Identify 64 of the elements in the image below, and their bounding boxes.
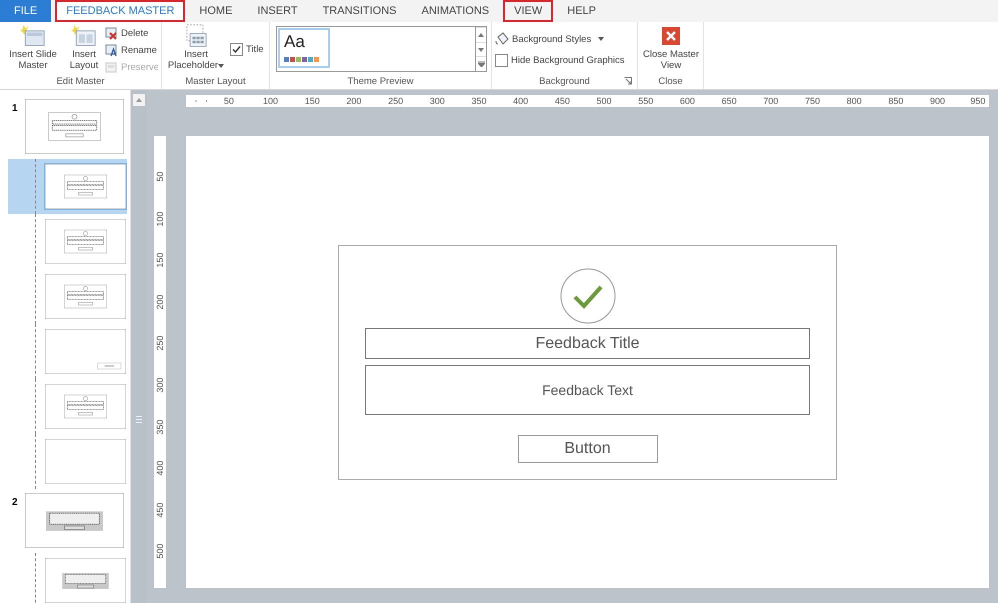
background-styles-button[interactable]: Background Styles xyxy=(495,32,625,46)
slide-number: 2 xyxy=(11,496,19,508)
insert-slide-master-button[interactable]: Insert Slide Master xyxy=(3,24,63,71)
grip-icon[interactable] xyxy=(136,416,142,423)
slide-number: 1 xyxy=(11,102,19,114)
checkbox-label: Hide Background Graphics xyxy=(511,54,625,66)
up-arrow-icon xyxy=(478,32,484,37)
ruler-label: 350 xyxy=(155,418,165,436)
feedback-button[interactable]: Button xyxy=(518,435,658,463)
slide-master-icon xyxy=(20,24,46,48)
ruler-label: 50 xyxy=(155,170,165,184)
checkbox-label: Title xyxy=(246,44,264,54)
scroll-up-button[interactable] xyxy=(133,94,145,106)
ruler-label: 200 xyxy=(155,293,165,312)
ribbon-button[interactable]: Rename xyxy=(105,43,158,57)
insert-placeholder-button[interactable]: Insert Placeholder xyxy=(165,24,227,71)
ruler-label: 300 xyxy=(155,376,165,394)
group-label: Background xyxy=(539,76,590,86)
layout-thumbnail[interactable] xyxy=(8,159,127,214)
group-label: Edit Master xyxy=(56,76,105,86)
dropdown-caret-icon xyxy=(598,37,604,41)
ribbon-tab[interactable]: FEEDBACK MASTER xyxy=(55,0,186,22)
checkbox[interactable] xyxy=(230,42,243,56)
checkbox[interactable] xyxy=(495,54,508,66)
close-icon xyxy=(662,27,680,45)
ruler-label: 450 xyxy=(155,501,165,520)
feedback-text[interactable]: Feedback Text xyxy=(365,365,810,415)
ribbon-button[interactable]: Delete xyxy=(105,26,158,40)
ribbon-tab[interactable]: HELP xyxy=(556,0,608,22)
rename-icon xyxy=(105,44,118,56)
color-swatches-icon xyxy=(284,57,320,62)
ribbon-tab[interactable]: INSERT xyxy=(246,0,309,22)
up-arrow-icon xyxy=(136,98,142,102)
delete-icon xyxy=(105,26,118,40)
theme-thumbnail[interactable]: Aa xyxy=(278,28,330,68)
insert-layout-button[interactable]: Insert Layout xyxy=(66,24,102,71)
ribbon-tab[interactable]: HOME xyxy=(188,0,244,22)
checkmark-icon xyxy=(560,268,616,324)
preserve-icon xyxy=(105,60,118,73)
file-tab[interactable]: FILE xyxy=(0,0,52,22)
ruler-label: 250 xyxy=(155,334,165,353)
expand-icon xyxy=(478,61,484,68)
ruler-label: 150 xyxy=(155,251,165,270)
slide-thumbnail[interactable] xyxy=(25,99,124,154)
ruler-label: 100 xyxy=(155,210,165,228)
group-label: Theme Preview xyxy=(348,76,414,86)
slide-thumbnail[interactable] xyxy=(25,493,124,548)
feedback-title[interactable]: Feedback Title xyxy=(365,328,810,359)
ribbon-tab[interactable]: VIEW xyxy=(503,0,554,22)
placeholder-icon xyxy=(186,24,206,48)
feedback-box[interactable]: Feedback Title Feedback Text Button xyxy=(338,245,837,480)
ribbon-tab[interactable]: TRANSITIONS xyxy=(312,0,408,22)
paint-bucket-icon xyxy=(495,32,509,46)
group-label: Close xyxy=(658,76,683,86)
group-label: Master Layout xyxy=(185,76,246,86)
dropdown-caret-icon xyxy=(218,64,224,68)
layout-icon xyxy=(71,24,97,48)
scrollbar[interactable] xyxy=(130,90,147,603)
ruler-label: 400 xyxy=(155,459,165,478)
dialog-launcher-icon[interactable] xyxy=(624,77,632,85)
close-master-view-button[interactable]: Close Master View xyxy=(641,24,700,71)
down-arrow-icon xyxy=(478,48,484,52)
ribbon-tab[interactable]: ANIMATIONS xyxy=(410,0,500,22)
ruler-label: 500 xyxy=(155,542,165,561)
